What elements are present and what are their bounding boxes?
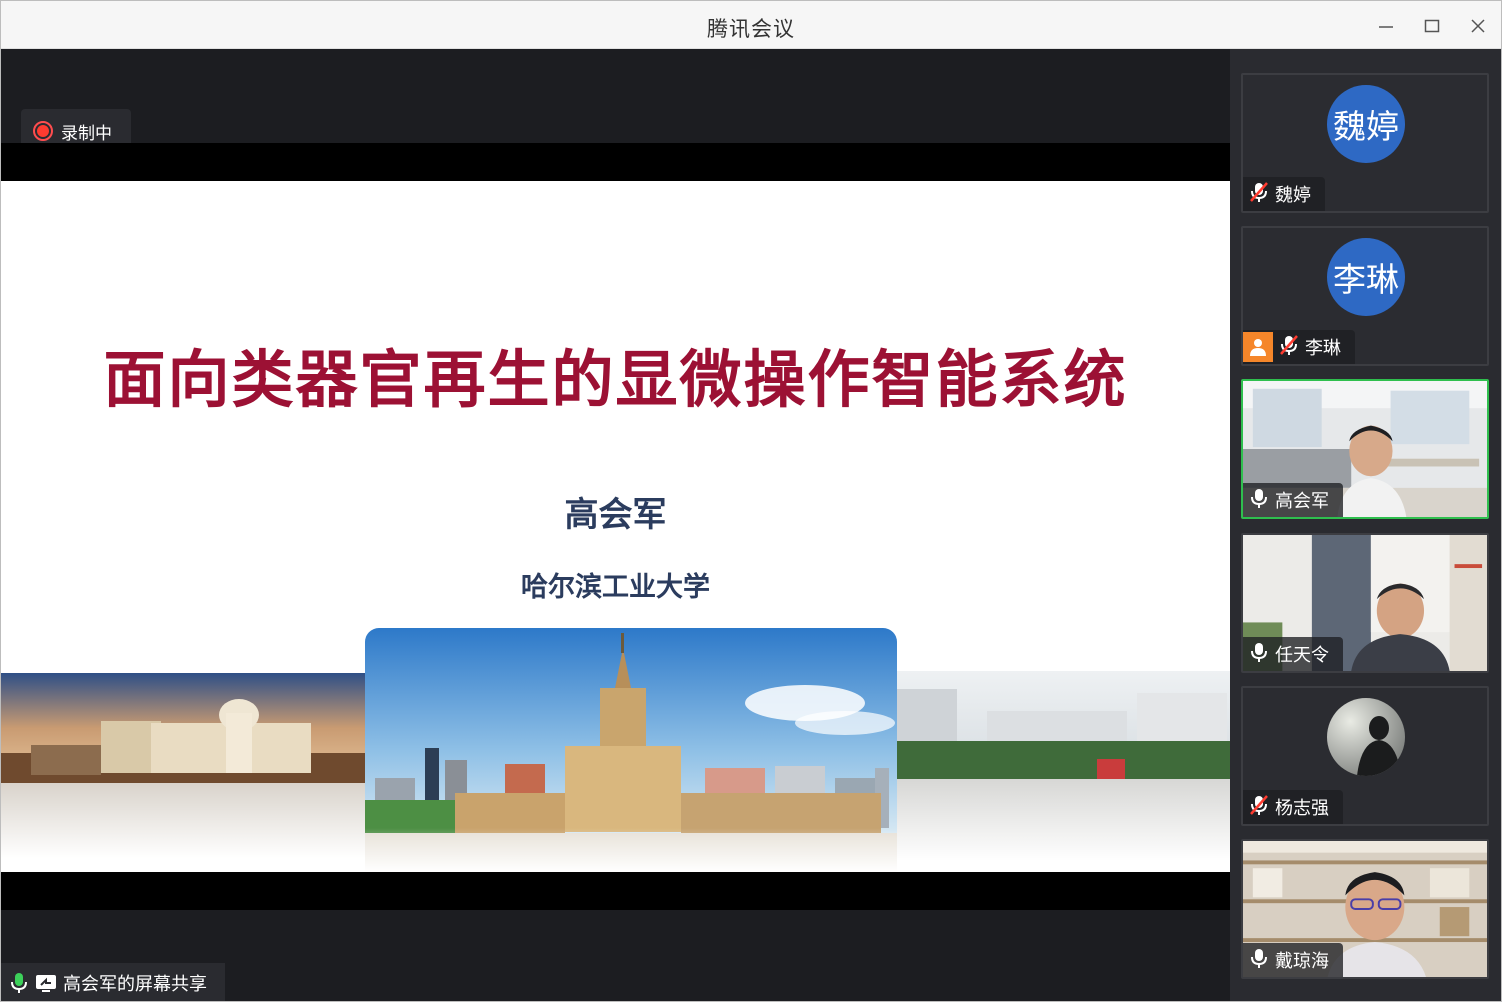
- title-bar: 腾讯会议: [1, 1, 1501, 49]
- participant-name: 高会军: [1275, 491, 1329, 512]
- microphone-icon: [1247, 640, 1271, 669]
- participant-name: 任天令: [1275, 645, 1329, 666]
- presentation-slide: 面向类器官再生的显微操作智能系统 高会军 哈尔滨工业大学: [1, 181, 1230, 872]
- microphone-icon: [1247, 486, 1271, 515]
- avatar: 魏婷: [1327, 85, 1405, 163]
- participant-name-tag: 高会军: [1243, 483, 1343, 517]
- slide-author: 高会军: [564, 495, 667, 535]
- slide-title: 面向类器官再生的显微操作智能系统: [103, 343, 1128, 416]
- maximize-icon: [1424, 19, 1440, 33]
- participant-name-tag: 杨志强: [1243, 790, 1343, 824]
- mic-muted-icon: [1277, 333, 1301, 362]
- window-title: 腾讯会议: [707, 17, 795, 41]
- mic-muted-icon: [1247, 180, 1271, 209]
- minimize-button[interactable]: [1371, 11, 1401, 41]
- record-icon: [33, 121, 53, 141]
- participant-name-tag: 魏婷: [1243, 177, 1325, 211]
- close-icon: [1471, 19, 1485, 33]
- participant-sidebar: 魏婷 魏婷 李琳 李琳 高会军 任天令 杨志强 戴琼海: [1230, 49, 1501, 1001]
- shared-screen-stage: 录制中 面向类器官再生的显微操作智能系统 高会军 哈尔滨工业大学: [1, 49, 1230, 1001]
- participant-tile[interactable]: 杨志强: [1241, 686, 1489, 826]
- participant-tile[interactable]: 任天令: [1241, 533, 1489, 673]
- participant-tile[interactable]: 高会军: [1241, 379, 1489, 519]
- letterbox-bottom: [1, 872, 1230, 910]
- participant-name-tag: 戴琼海: [1243, 943, 1343, 977]
- maximize-button[interactable]: [1417, 11, 1447, 41]
- participant-name: 魏婷: [1275, 185, 1311, 206]
- participant-name: 戴琼海: [1275, 951, 1329, 972]
- participant-tile[interactable]: 戴琼海: [1241, 839, 1489, 979]
- microphone-icon: [1247, 946, 1271, 975]
- screen-share-indicator[interactable]: 高会军的屏幕共享: [1, 963, 225, 1001]
- host-badge-icon: [1243, 332, 1273, 362]
- recording-label: 录制中: [61, 123, 112, 144]
- campus-photo-right: [897, 671, 1230, 861]
- screen-share-label: 高会军的屏幕共享: [63, 974, 207, 995]
- participant-name: 杨志强: [1275, 798, 1329, 819]
- participant-name-tag: 任天令: [1243, 637, 1343, 671]
- campus-photo-left: [1, 673, 365, 858]
- close-button[interactable]: [1463, 11, 1493, 41]
- participant-name: 李琳: [1305, 338, 1341, 359]
- avatar: [1327, 698, 1405, 776]
- microphone-icon: [9, 971, 29, 995]
- participant-tile[interactable]: 魏婷 魏婷: [1241, 73, 1489, 213]
- mic-muted-icon: [1247, 793, 1271, 822]
- avatar: 李琳: [1327, 238, 1405, 316]
- screen-share-icon: [35, 973, 57, 993]
- minimize-icon: [1379, 26, 1393, 28]
- slide-organization: 哈尔滨工业大学: [521, 572, 710, 603]
- participant-tile[interactable]: 李琳 李琳: [1241, 226, 1489, 366]
- participant-name-tag: 李琳: [1243, 330, 1355, 364]
- letterbox-top: [1, 143, 1230, 181]
- campus-photo-center: [365, 628, 897, 872]
- meeting-window: 腾讯会议 录制中 面向类器官再生的显微操作智能系统 高会军 哈尔滨工业大学 高会…: [0, 0, 1502, 1002]
